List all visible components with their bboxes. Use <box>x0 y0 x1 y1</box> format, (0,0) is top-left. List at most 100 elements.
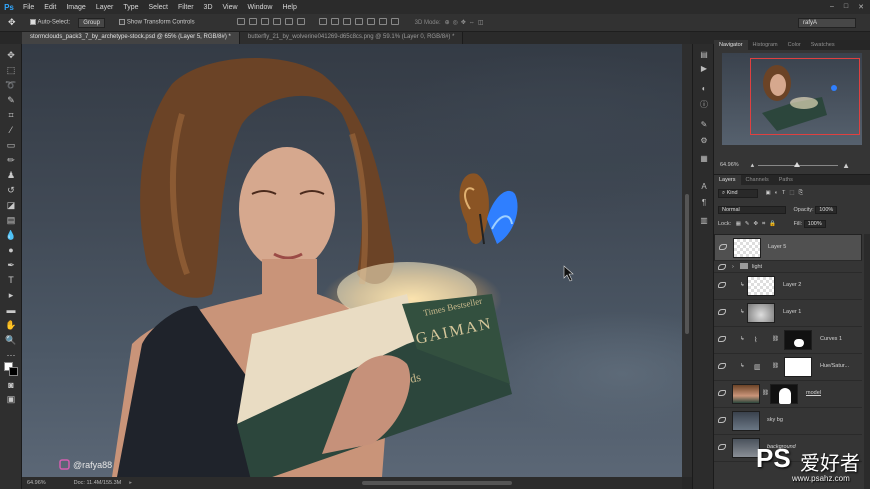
tab-histogram[interactable]: Histogram <box>748 42 783 48</box>
visibility-eye-icon[interactable] <box>718 309 726 315</box>
visibility-eye-icon[interactable] <box>718 264 726 270</box>
align-vcenter-icon[interactable] <box>248 18 257 25</box>
type-tool-icon[interactable]: T <box>5 275 17 285</box>
opacity-input[interactable]: 100% <box>815 206 838 214</box>
mask-thumbnail[interactable] <box>784 357 812 377</box>
layer-row-skybg[interactable]: sky bg <box>714 408 862 435</box>
photoshop-logo[interactable]: Ps <box>0 0 18 14</box>
shape-tool-icon[interactable]: ▬ <box>5 305 17 315</box>
character-panel-icon[interactable]: A <box>699 182 709 191</box>
visibility-eye-icon[interactable] <box>718 417 726 423</box>
distribute-hcenter-icon[interactable] <box>366 18 375 25</box>
menu-edit[interactable]: Edit <box>39 4 61 11</box>
chain-link-icon[interactable]: ⛓ <box>772 363 779 369</box>
menu-3d[interactable]: 3D <box>199 4 218 11</box>
align-right-icon[interactable] <box>296 18 305 25</box>
blur-tool-icon[interactable]: 💧 <box>5 230 17 240</box>
chain-link-icon[interactable]: ⛓ <box>762 390 769 396</box>
clone-stamp-tool-icon[interactable]: ♟ <box>5 170 17 180</box>
distribute-vcenter-icon[interactable] <box>330 18 339 25</box>
align-bottom-icon[interactable] <box>260 18 269 25</box>
auto-select-dropdown[interactable]: Group <box>78 17 105 28</box>
align-left-icon[interactable] <box>272 18 281 25</box>
lasso-tool-icon[interactable]: ➰ <box>5 80 17 90</box>
gradient-tool-icon[interactable]: ▤ <box>5 215 17 225</box>
visibility-eye-icon[interactable] <box>718 444 726 450</box>
visibility-eye-icon[interactable] <box>718 390 726 396</box>
layer-name[interactable]: sky bg <box>767 417 783 423</box>
menu-select[interactable]: Select <box>144 4 173 11</box>
maximize-button[interactable]: □ <box>844 3 848 11</box>
scroll-thumb[interactable] <box>685 194 689 334</box>
distribute-left-icon[interactable] <box>354 18 363 25</box>
chain-link-icon[interactable]: ⛓ <box>772 336 779 342</box>
tab-channels[interactable]: Channels <box>741 177 774 183</box>
path-select-tool-icon[interactable]: ▸ <box>5 290 17 300</box>
crop-tool-icon[interactable]: ⌗ <box>5 110 17 120</box>
menu-file[interactable]: File <box>18 4 39 11</box>
quick-select-tool-icon[interactable]: ✎ <box>5 95 17 105</box>
move-tool-icon[interactable]: ✥ <box>5 50 17 60</box>
zoom-level[interactable]: 64.96% <box>27 480 46 486</box>
layer-name[interactable]: Layer 5 <box>768 244 786 250</box>
distribute-right-icon[interactable] <box>378 18 387 25</box>
visibility-eye-icon[interactable] <box>718 336 726 342</box>
blend-mode-dropdown[interactable]: Normal <box>718 206 786 214</box>
minimize-button[interactable]: – <box>830 3 834 11</box>
adjustments-panel-icon[interactable]: ◐ <box>699 84 709 93</box>
fill-input[interactable]: 100% <box>803 220 826 228</box>
transform-controls-checkbox[interactable]: Show Transform Controls <box>118 19 195 26</box>
more-tools-icon[interactable]: ⋯ <box>5 350 17 360</box>
zoom-slider-handle[interactable] <box>794 161 801 167</box>
workspace-dropdown[interactable]: rafyA <box>798 17 856 28</box>
menu-image[interactable]: Image <box>61 4 90 11</box>
layer-name[interactable]: light <box>752 264 762 270</box>
menu-filter[interactable]: Filter <box>173 4 199 11</box>
menu-type[interactable]: Type <box>118 4 143 11</box>
hand-tool-icon[interactable]: ✋ <box>5 320 17 330</box>
layer-row-layer2[interactable]: ↳ Layer 2 <box>714 273 862 300</box>
layer-name[interactable]: Hue/Satur... <box>820 363 849 369</box>
align-hcenter-icon[interactable] <box>284 18 293 25</box>
menu-layer[interactable]: Layer <box>91 4 119 11</box>
eyedropper-tool-icon[interactable]: ⁄ <box>5 125 17 135</box>
distribute-top-icon[interactable] <box>318 18 327 25</box>
lock-icons[interactable]: ▦✎✥⌗🔒 <box>736 221 780 227</box>
zoom-out-icon[interactable]: ▴ <box>751 161 755 169</box>
move-tool-icon[interactable]: ✥ <box>8 17 16 28</box>
auto-align-icon[interactable] <box>390 18 399 25</box>
kind-filter-dropdown[interactable]: ⌕ Kind <box>718 189 758 198</box>
canvas[interactable]: Times Bestseller GAIMAN ky Gods @rafya88 <box>22 44 682 477</box>
navigator-view-frame[interactable] <box>750 58 860 135</box>
vertical-scrollbar[interactable] <box>682 44 692 477</box>
history-panel-icon[interactable]: ▤ <box>699 50 709 59</box>
layer-row-model[interactable]: ⛓ model <box>714 381 862 408</box>
glyphs-panel-icon[interactable]: ▥ <box>699 216 709 225</box>
menu-help[interactable]: Help <box>277 4 301 11</box>
properties-panel-icon[interactable]: ⚙ <box>699 136 709 145</box>
close-button[interactable]: ✕ <box>858 3 864 11</box>
zoom-tool-icon[interactable]: 🔍 <box>5 335 17 345</box>
paragraph-panel-icon[interactable]: ¶ <box>699 198 709 207</box>
layer-row-curves1[interactable]: ↳ ⌇ ⛓ Curves 1 <box>714 327 862 354</box>
layer-name[interactable]: Curves 1 <box>820 336 842 342</box>
tab-stormclouds[interactable]: stormclouds_pack3_7_by_archetype-stock.p… <box>22 32 240 44</box>
tab-layers[interactable]: Layers <box>714 175 741 185</box>
3d-tool-icons[interactable]: ⊕◎✥⇔◫ <box>445 19 487 26</box>
menu-view[interactable]: View <box>218 4 243 11</box>
quick-mask-icon[interactable]: ◙ <box>5 380 17 390</box>
navigator-thumbnail[interactable] <box>722 53 862 145</box>
menu-window[interactable]: Window <box>243 4 278 11</box>
layer-row-light-group[interactable]: › light <box>714 261 862 273</box>
visibility-eye-icon[interactable] <box>718 363 726 369</box>
healing-tool-icon[interactable]: ▭ <box>5 140 17 150</box>
tab-butterfly[interactable]: butterfly_21_by_wolverine041269-d65c8cs.… <box>239 32 464 44</box>
status-arrow-icon[interactable]: ▸ <box>129 480 132 486</box>
layer-name[interactable]: model <box>806 390 821 396</box>
horizontal-scrollbar[interactable] <box>362 481 512 485</box>
visibility-eye-icon[interactable] <box>718 282 726 288</box>
mask-thumbnail[interactable] <box>770 384 798 404</box>
distribute-bottom-icon[interactable] <box>342 18 351 25</box>
align-top-icon[interactable] <box>236 18 245 25</box>
brush-tool-icon[interactable]: ✏ <box>5 155 17 165</box>
